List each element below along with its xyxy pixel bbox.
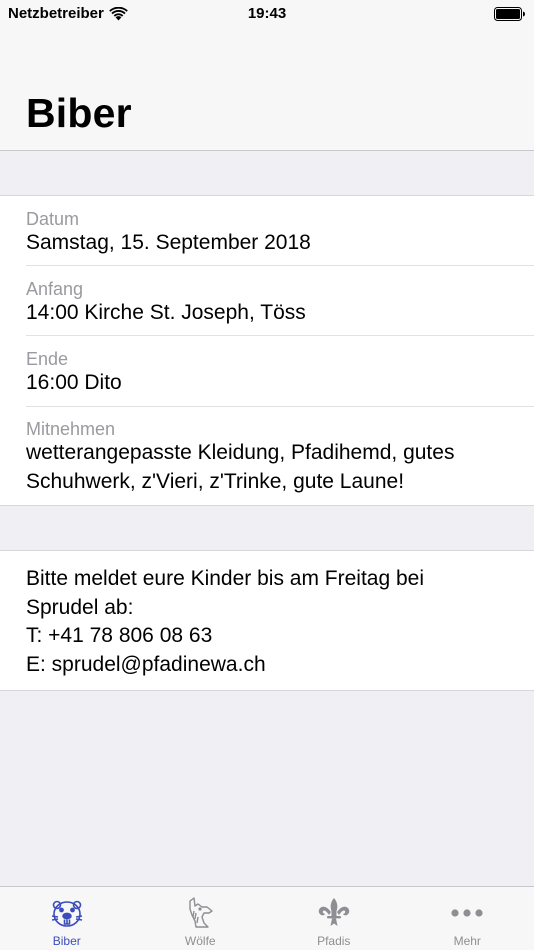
detail-row-ende: Ende 16:00 Dito <box>26 336 534 407</box>
detail-label: Mitnehmen <box>26 419 116 439</box>
email-link[interactable]: E: sprudel@pfadinewa.ch <box>26 651 514 680</box>
details-section: Datum Samstag, 15. September 2018 Anfang… <box>0 195 534 506</box>
tab-pfadis[interactable]: Pfadis <box>267 887 401 950</box>
detail-label: Datum <box>26 209 80 229</box>
tab-label: Mehr <box>453 934 481 948</box>
tab-mehr[interactable]: Mehr <box>401 887 534 950</box>
battery-icon <box>494 7 525 21</box>
fleur-de-lis-icon <box>318 898 350 926</box>
tab-bar: Biber Wölfe Pfadis Mehr <box>0 886 534 950</box>
tab-label: Biber <box>52 934 81 948</box>
detail-value-line: wetterangepasste Kleidung, Pfadihemd, gu… <box>26 441 455 464</box>
detail-value: Samstag, 15. September 2018 <box>26 231 311 254</box>
detail-value: 16:00 Dito <box>26 371 122 394</box>
detail-value-line: Schuhwerk, z'Vieri, z'Trinke, gute Laune… <box>26 470 405 493</box>
detail-row-mitnehmen: Mitnehmen wetterangepasste Kleidung, Pfa… <box>26 407 534 507</box>
page-title: Biber <box>26 90 132 136</box>
tab-label: Pfadis <box>317 934 351 948</box>
phone-link[interactable]: T: +41 78 806 08 63 <box>26 622 514 651</box>
more-icon <box>451 909 483 917</box>
tab-woelfe[interactable]: Wölfe <box>134 887 268 950</box>
detail-value: 14:00 Kirche St. Joseph, Töss <box>26 301 306 324</box>
detail-label: Anfang <box>26 279 84 299</box>
detail-row-anfang: Anfang 14:00 Kirche St. Joseph, Töss <box>26 266 534 336</box>
note-line: Bitte meldet eure Kinder bis am Freitag … <box>26 567 425 590</box>
detail-row-datum: Datum Samstag, 15. September 2018 <box>26 196 534 266</box>
beaver-icon <box>51 900 82 927</box>
status-time: 19:43 <box>247 5 287 22</box>
registration-note-section: Bitte meldet eure Kinder bis am Freitag … <box>0 550 534 691</box>
tab-label: Wölfe <box>184 934 216 948</box>
detail-label: Ende <box>26 349 69 369</box>
navigation-bar: Biber <box>0 30 534 151</box>
registration-note: Bitte meldet eure Kinder bis am Freitag … <box>26 565 514 679</box>
tab-biber[interactable]: Biber <box>0 887 134 950</box>
status-bar: Netzbetreiber 19:43 <box>0 0 534 30</box>
wolf-icon <box>189 897 213 928</box>
note-line: Sprudel ab: <box>26 595 134 619</box>
